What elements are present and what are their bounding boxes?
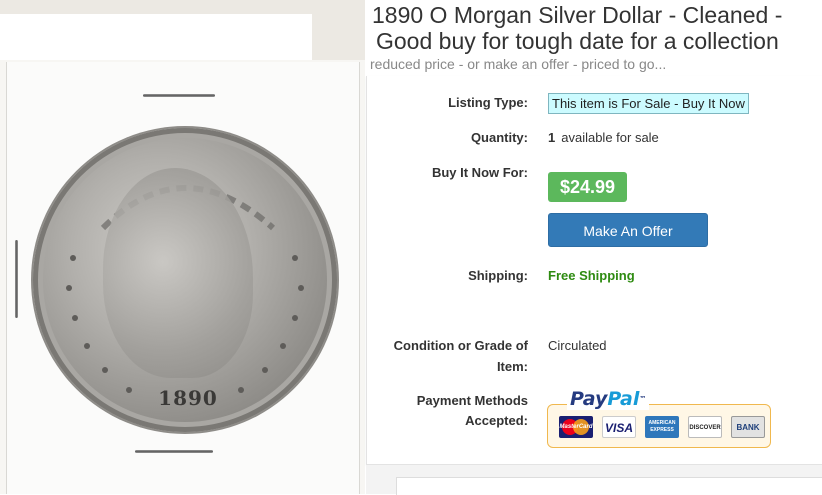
condition-value: Circulated xyxy=(548,338,607,353)
payment-label-line-1: Payment Methods xyxy=(416,393,528,408)
listing-details-panel: Listing Type: This item is For Sale - Bu… xyxy=(366,76,822,465)
staple-side xyxy=(15,240,18,318)
discover-icon: DISCOVER xyxy=(688,416,722,438)
paypal-logo-pal: Pal xyxy=(607,388,640,410)
listing-subtitle: reduced price - or make an offer - price… xyxy=(370,56,667,72)
photo-top-mask xyxy=(0,14,312,60)
amex-label-2: EXPRESS xyxy=(650,427,674,433)
discover-label: DISCOVER xyxy=(689,425,721,431)
paypal-logo-pay: Pay xyxy=(570,388,608,410)
morgan-dollar-coin: 1890 xyxy=(33,128,337,432)
listing-type-badge: This item is For Sale - Buy It Now xyxy=(548,93,749,114)
condition-label-line-2: Item: xyxy=(496,359,528,374)
payment-label-line-2: Accepted: xyxy=(465,413,528,428)
quantity-number: 1 xyxy=(548,130,556,145)
title-line-2: Good buy for tough date for a collection xyxy=(372,28,783,55)
amex-label-1: AMERICAN xyxy=(648,420,676,426)
mastercard-icon: MasterCard xyxy=(559,416,593,438)
make-an-offer-button[interactable]: Make An Offer xyxy=(548,213,708,247)
visa-icon: VISA xyxy=(602,416,636,438)
shipping-label: Shipping: xyxy=(468,268,528,283)
amex-icon: AMERICAN EXPRESS xyxy=(645,416,679,438)
liberty-head xyxy=(103,168,253,378)
title-line-1: 1890 O Morgan Silver Dollar - Cleaned - xyxy=(368,2,787,29)
quantity-label: Quantity: xyxy=(470,130,528,145)
buy-it-now-label: Buy It Now For: xyxy=(431,165,528,180)
coin-photo: 1890 xyxy=(0,0,365,494)
paypal-logo: PayPal™ xyxy=(567,388,650,410)
bank-icon: BANK xyxy=(731,416,765,438)
bottom-next-panel xyxy=(396,477,822,495)
coin-date: 1890 xyxy=(158,386,218,410)
paypal-trademark: ™ xyxy=(639,395,647,403)
staple-bottom xyxy=(135,450,213,453)
listing-type-label: Listing Type: xyxy=(448,95,528,110)
mastercard-label: MasterCard xyxy=(559,424,593,430)
quantity-value: 1 available for sale xyxy=(548,128,659,148)
bottom-strip xyxy=(366,465,822,495)
condition-label-line-1: Condition or Grade of xyxy=(393,338,528,353)
shipping-value: Free Shipping xyxy=(548,268,635,283)
quantity-suffix: available for sale xyxy=(561,130,659,145)
buy-it-now-price[interactable]: $24.99 xyxy=(548,172,628,202)
staple-top xyxy=(143,94,215,97)
